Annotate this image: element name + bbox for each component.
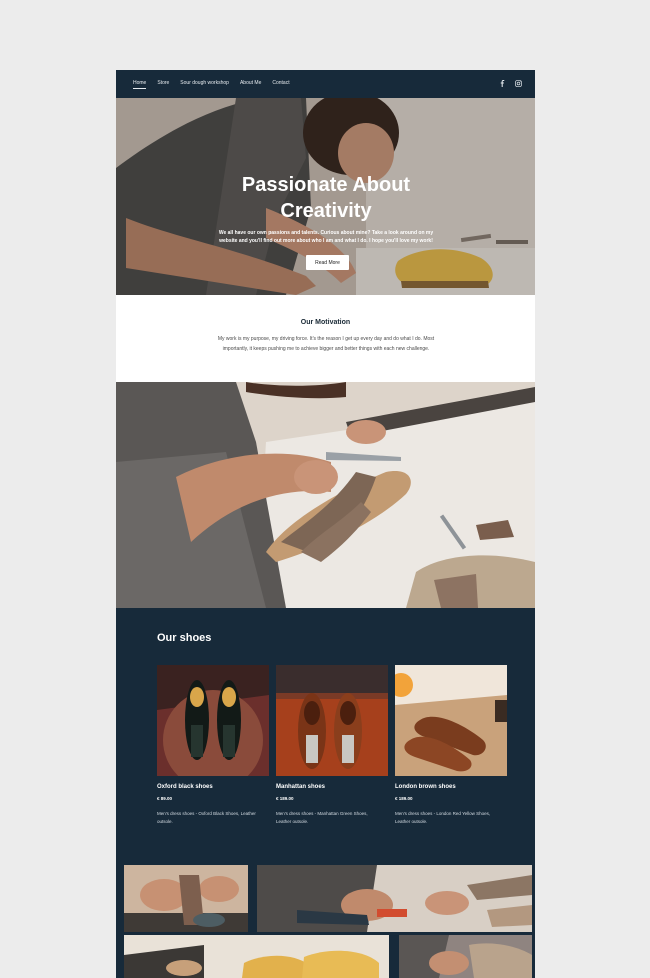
hero-title: Passionate About Creativity (196, 172, 456, 224)
image-gallery (124, 865, 532, 978)
instagram-icon[interactable] (515, 80, 522, 87)
product-card-london[interactable]: London brown shoes € 189.00 Men's dress … (395, 665, 507, 826)
london-shoes-image (395, 665, 507, 776)
shoes-title: Our shoes (157, 632, 212, 644)
hero-title-line-2: Creativity (280, 200, 372, 222)
hero-subtitle: We all have our own passions and talents… (218, 230, 434, 244)
shoe-lasts-image (124, 935, 389, 978)
workshop-drill-image (257, 865, 532, 932)
product-image-london[interactable] (395, 665, 507, 776)
product-description: Men's dress shoes - Manhattan Green Shoe… (276, 811, 368, 824)
product-card-manhattan[interactable]: Manhattan shoes € 189.00 Men's dress sho… (276, 665, 388, 826)
product-description: Men's dress shoes - Oxford Black Shoes, … (157, 811, 256, 824)
gallery-image-shoe-lasts[interactable] (124, 935, 389, 978)
nav-home[interactable]: Home (133, 80, 147, 89)
nav-about-me[interactable]: About Me (240, 80, 261, 89)
website-page: Home Store Sour dough workshop About Me … (116, 70, 535, 978)
product-name[interactable]: Manhattan shoes (276, 784, 388, 790)
hero-title-line-1: Passionate About (241, 174, 411, 196)
motivation-title: Our Motivation (300, 319, 351, 326)
shoes-section: Our shoes Oxford black shoes € 89.00 Men… (116, 608, 535, 978)
product-name[interactable]: Oxford black shoes (157, 784, 269, 790)
gallery-image-hands-leather[interactable] (124, 865, 248, 932)
product-image-oxford[interactable] (157, 665, 269, 776)
nav-store[interactable]: Store (157, 80, 169, 89)
nav-sour-dough-workshop[interactable]: Sour dough workshop (180, 80, 229, 89)
product-price: € 189.00 (395, 796, 413, 801)
hands-leather-image (124, 865, 248, 932)
product-name[interactable]: London brown shoes (395, 784, 507, 790)
hero-banner: Passionate About Creativity We all have … (116, 98, 535, 295)
product-card-oxford[interactable]: Oxford black shoes € 89.00 Men's dress s… (157, 665, 269, 826)
crafting-image (399, 935, 532, 978)
product-image-manhattan[interactable] (276, 665, 388, 776)
motivation-text: My work is my purpose, my driving force.… (217, 336, 435, 352)
product-price: € 189.00 (276, 796, 294, 801)
top-navigation: Home Store Sour dough workshop About Me … (116, 70, 535, 98)
product-description: Men's dress shoes - London Red Yellow Sh… (395, 811, 491, 824)
motivation-section: Our Motivation My work is my purpose, my… (116, 295, 535, 382)
leather-cutting-image (116, 382, 535, 608)
gallery-image-crafting[interactable] (399, 935, 532, 978)
facebook-icon[interactable] (499, 80, 506, 87)
read-more-button[interactable]: Read More (306, 255, 349, 270)
oxford-shoes-image (157, 665, 269, 776)
nav-links: Home Store Sour dough workshop About Me … (133, 80, 290, 89)
manhattan-shoes-image (276, 665, 388, 776)
product-price: € 89.00 (157, 796, 173, 801)
nav-contact[interactable]: Contact (272, 80, 289, 89)
social-links (499, 80, 522, 87)
gallery-image-drill[interactable] (257, 865, 532, 932)
craft-section (116, 382, 535, 608)
